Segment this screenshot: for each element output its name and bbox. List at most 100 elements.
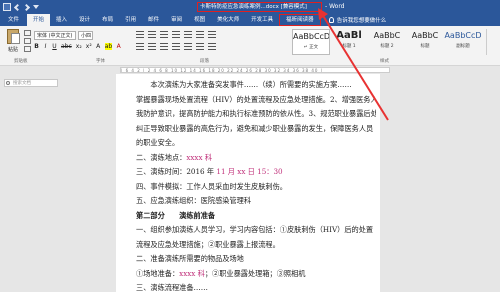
styles-scroll[interactable]: [486, 29, 494, 55]
style-heading-1[interactable]: AaBl 标题 1: [330, 29, 368, 55]
style-subtitle[interactable]: AaBbCcD 副标题: [444, 29, 482, 55]
font-size-select[interactable]: 小四: [78, 31, 93, 40]
increase-indent-icon[interactable]: [184, 31, 192, 38]
document-body[interactable]: 本次演练为大家准备突发事件……（续）所需要的实施方案…… 掌握暴露现场处置流程（…: [136, 78, 376, 296]
location-value: xxxx 科: [186, 152, 213, 162]
multilevel-list-icon[interactable]: [160, 31, 168, 38]
clipboard-tools: [24, 30, 31, 52]
shading-icon[interactable]: [196, 43, 204, 50]
tab-beautify[interactable]: 美化大师: [211, 14, 245, 26]
underline-button[interactable]: U: [52, 43, 57, 50]
doc-line: ①场地准备：xxxx 科；②职业暴露处理箱；③照相机: [136, 268, 306, 278]
paragraph-tools-row1: [136, 31, 216, 38]
doc-line: 我防护意识，提高防护能力和执行标准预防的依从性。3、规范职业暴露后处理，: [136, 109, 376, 118]
style-heading-2-sample: AaBbC: [373, 31, 401, 40]
tab-layout[interactable]: 布局: [96, 14, 119, 26]
style-heading-1-name: 标题 1: [342, 44, 356, 49]
cut-icon[interactable]: [24, 30, 31, 36]
justify-icon[interactable]: [172, 43, 180, 50]
doc-line: 流程及应急处理措施；②职业暴露上报流程。: [136, 239, 280, 249]
font-name-select[interactable]: 宋体 (中文正文): [34, 31, 76, 40]
style-normal-name: ↵ 正文: [303, 45, 319, 50]
undo-icon[interactable]: [13, 3, 22, 11]
styles-gallery: AaBbCcDd ↵ 正文 AaBl 标题 1 AaBbC 标题 2 AaBbC…: [292, 29, 482, 55]
highlight-button[interactable]: ab: [104, 43, 113, 50]
doc-line: 掌握暴露现场处置流程（HIV）的处置流程及应急处理措施。2、增强医务人员自: [136, 94, 376, 104]
nav-search-placeholder: 搜索文档: [13, 81, 31, 86]
style-heading-2[interactable]: AaBbC 标题 2: [368, 29, 406, 55]
navigation-pane: 搜索文档: [0, 74, 62, 292]
doc-heading: 第二部分 演练前准备: [136, 210, 216, 220]
tab-insert[interactable]: 插入: [50, 14, 73, 26]
tab-developer[interactable]: 开发工具: [245, 14, 279, 26]
date-value: 11 月 xx 日 15：30: [216, 167, 283, 176]
lightbulb-icon: [328, 17, 334, 23]
group-label-clipboard: 剪贴板: [14, 59, 28, 64]
bullets-icon[interactable]: [136, 31, 144, 38]
numbering-icon[interactable]: [148, 31, 156, 38]
ruler-row: | 6 4 2 | 2 4 6 8 10 12 14 16 18 20 22 2…: [0, 66, 500, 74]
tab-file[interactable]: 文件: [0, 14, 27, 26]
paste-sheet-icon: [11, 33, 20, 44]
search-icon: [6, 81, 10, 85]
style-title[interactable]: AaBbC 标题: [406, 29, 444, 55]
ribbon-tabs: 文件 开始 插入 设计 布局 引用 邮件 审阅 视图 美化大师 开发工具 福昕阅…: [0, 14, 500, 26]
align-left-icon[interactable]: [136, 43, 144, 50]
paste-label: 粘贴: [7, 47, 18, 53]
align-center-icon[interactable]: [148, 43, 156, 50]
group-label-styles: 样式: [380, 59, 389, 64]
style-subtitle-sample: AaBbCcD: [444, 31, 482, 40]
style-normal[interactable]: AaBbCcDd ↵ 正文: [292, 29, 330, 55]
app-name: - Word: [325, 3, 345, 10]
doc-line: 二、准备演练所需要的物品及场地: [136, 254, 244, 263]
tab-foxit[interactable]: 福昕阅读器: [279, 14, 321, 26]
doc-line: 的职业安全。: [136, 138, 180, 147]
tab-view[interactable]: 视图: [188, 14, 211, 26]
horizontal-ruler[interactable]: | 6 4 2 | 2 4 6 8 10 12 14 16 18 20 22 2…: [120, 67, 390, 73]
italic-button[interactable]: I: [43, 43, 48, 50]
nav-search-input[interactable]: 搜索文档: [4, 79, 58, 87]
redo-icon[interactable]: [22, 3, 31, 11]
group-label-font: 字体: [96, 59, 105, 64]
vertical-scrollbar[interactable]: [490, 74, 500, 292]
format-painter-icon[interactable]: [24, 46, 31, 52]
doc-line: 五、应急演练组织：医院感染管理科: [136, 196, 252, 205]
text-effects-button[interactable]: A: [96, 43, 101, 50]
doc-line: 纠正导致职业暴露的高危行为，避免和减少职业暴露的发生，保障医务人员: [136, 123, 374, 133]
customize-toolbar-icon[interactable]: [33, 5, 39, 9]
bold-button[interactable]: B: [34, 43, 39, 50]
superscript-button[interactable]: x²: [86, 43, 92, 50]
tell-me-label: 告诉我您想要做什么: [336, 18, 387, 24]
tell-me-box[interactable]: 告诉我您想要做什么: [321, 16, 387, 24]
quick-access-toolbar: [0, 3, 39, 11]
decrease-indent-icon[interactable]: [172, 31, 180, 38]
paragraph-tools-row2: [136, 43, 216, 50]
tab-design[interactable]: 设计: [73, 14, 96, 26]
ribbon-home: 粘贴 宋体 (中文正文) 小四 B I U abc x₂ x² A ab A A…: [0, 26, 500, 66]
style-subtitle-name: 副标题: [456, 44, 470, 49]
doc-line: 四、事件模拟：工作人员采血时发生皮肤刺伤。: [136, 181, 287, 191]
ribbon-group-labels: 剪贴板 字体 段落 样式: [0, 58, 500, 65]
tab-home[interactable]: 开始: [27, 14, 51, 26]
group-label-paragraph: 段落: [200, 59, 209, 64]
strikethrough-button[interactable]: abc: [61, 43, 72, 50]
doc-line: 本次演练为大家准备突发事件……（续）所需要的实施方案……: [136, 80, 352, 89]
style-title-name: 标题: [420, 44, 430, 49]
show-marks-icon[interactable]: [208, 31, 216, 38]
title-bar: 卡斯特防疫应急演练案例...docx [兼容模式] - Word: [0, 0, 500, 14]
tab-references[interactable]: 引用: [119, 14, 142, 26]
sort-icon[interactable]: [196, 31, 204, 38]
tab-review[interactable]: 审阅: [165, 14, 188, 26]
borders-icon[interactable]: [208, 43, 216, 50]
paste-button[interactable]: 粘贴: [4, 29, 22, 55]
align-right-icon[interactable]: [160, 43, 168, 50]
font-color-button[interactable]: A: [116, 43, 121, 50]
subscript-button[interactable]: x₂: [76, 43, 82, 50]
style-heading-1-sample: AaBl: [336, 30, 362, 41]
doc-line: 三、演练流程准备……: [136, 283, 208, 292]
save-icon[interactable]: [3, 3, 11, 11]
copy-icon[interactable]: [24, 38, 31, 44]
format-buttons: B I U abc x₂ x² A ab A: [34, 43, 121, 50]
tab-mailings[interactable]: 邮件: [142, 14, 165, 26]
line-spacing-icon[interactable]: [184, 43, 192, 50]
